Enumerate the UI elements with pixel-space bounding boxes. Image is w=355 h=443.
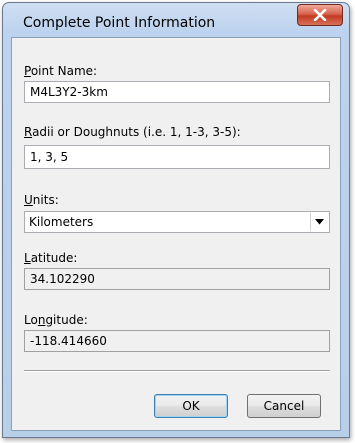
radii-label: Radii or Doughnuts (i.e. 1, 1-3, 3-5):: [24, 125, 241, 139]
units-dropdown-button[interactable]: [310, 213, 328, 231]
cancel-button[interactable]: Cancel: [247, 394, 321, 418]
point-name-input[interactable]: M4L3Y2-3km: [24, 81, 330, 103]
latitude-label: Latitude:: [24, 251, 78, 265]
latitude-field: 34.102290: [24, 268, 330, 290]
radii-input[interactable]: 1, 3, 5: [24, 145, 330, 169]
separator: [24, 370, 330, 372]
dialog-body: Point Name: M4L3Y2-3km Radii or Doughnut…: [11, 37, 341, 431]
ok-button[interactable]: OK: [154, 394, 228, 418]
units-selected-value: Kilometers: [29, 215, 94, 229]
longitude-field: -118.414660: [24, 330, 330, 352]
chevron-down-icon: [315, 219, 324, 225]
window-title: Complete Point Information: [23, 15, 216, 31]
units-label: Units:: [24, 193, 59, 207]
units-select[interactable]: Kilometers: [24, 211, 330, 233]
title-bar[interactable]: Complete Point Information: [3, 3, 349, 37]
dialog-window: Complete Point Information Point Name: M…: [2, 2, 350, 438]
close-icon: [313, 9, 327, 21]
close-button[interactable]: [297, 4, 343, 26]
point-name-label: Point Name:: [24, 64, 98, 78]
longitude-label: Longitude:: [24, 313, 88, 327]
